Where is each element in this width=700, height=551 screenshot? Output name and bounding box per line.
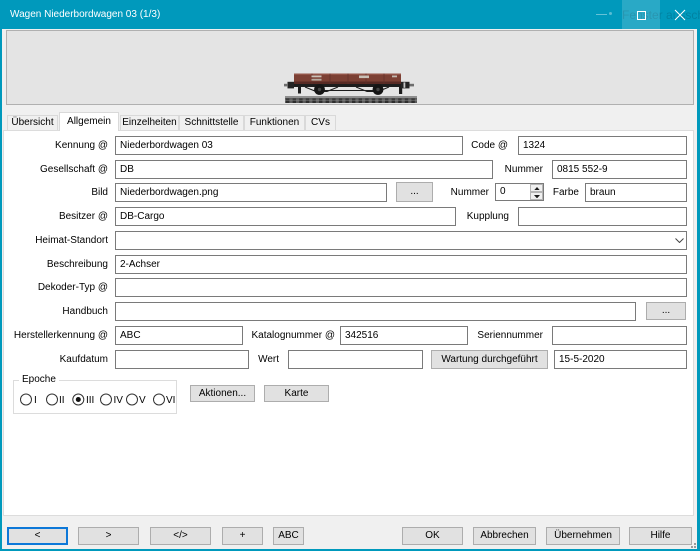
svg-text:VI: VI: [166, 395, 175, 406]
svg-text:III: III: [86, 395, 94, 406]
svg-text:I: I: [34, 395, 37, 406]
svg-text:V: V: [139, 395, 146, 406]
svg-text:IV: IV: [114, 395, 124, 406]
svg-text:II: II: [59, 395, 65, 406]
